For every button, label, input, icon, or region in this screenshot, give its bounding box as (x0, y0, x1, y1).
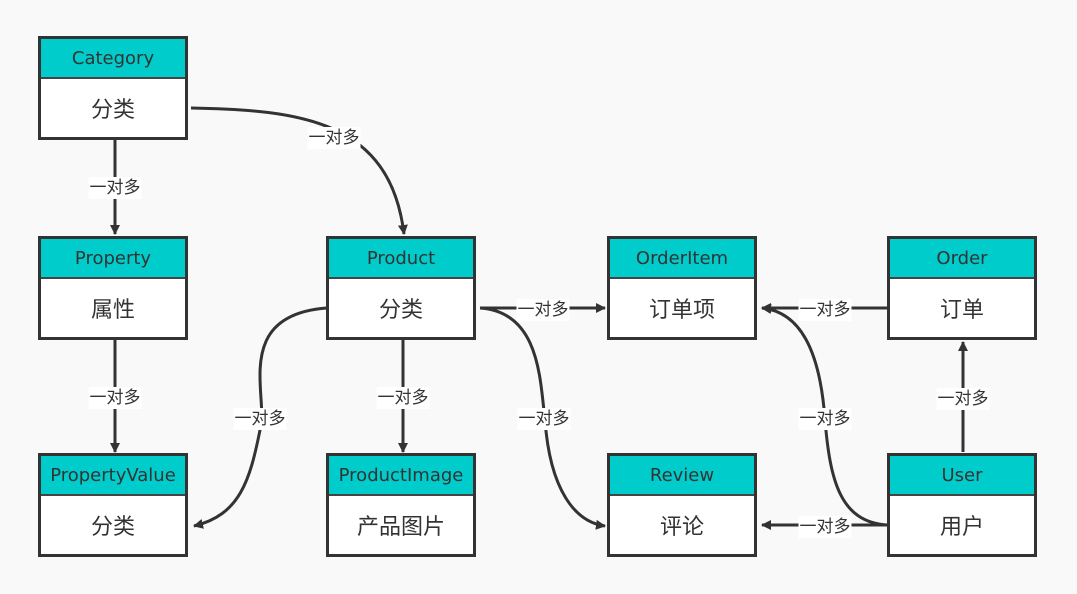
edge-label-user-order: 一对多 (936, 388, 990, 410)
entity-desc: 评论 (659, 515, 704, 540)
edge-label-order-orderitem: 一对多 (798, 299, 852, 321)
entity-name: ProductImage (329, 456, 473, 496)
entity-name: PropertyValue (41, 456, 185, 496)
entity-name: Category (41, 39, 185, 79)
entity-desc: 产品图片 (356, 515, 445, 540)
edge-label-user-orderitem: 一对多 (798, 408, 852, 430)
entity-user[interactable]: User 用户 (887, 453, 1037, 557)
entity-propertyvalue[interactable]: PropertyValue 分类 (38, 453, 188, 557)
entity-desc: 属性 (90, 298, 135, 323)
entity-name: User (890, 456, 1034, 496)
entity-review[interactable]: Review 评论 (607, 453, 757, 557)
entity-order[interactable]: Order 订单 (887, 236, 1037, 340)
edge-label-property-propertyvalue: 一对多 (88, 387, 142, 409)
entity-name: Product (329, 239, 473, 279)
edge-category-product (190, 106, 408, 235)
entity-name: Property (41, 239, 185, 279)
entity-desc: 用户 (939, 515, 984, 540)
entity-name: OrderItem (610, 239, 754, 279)
edge-label-product-productimage: 一对多 (376, 387, 430, 409)
edge-label-product-orderitem: 一对多 (516, 299, 570, 321)
entity-desc: 订单 (939, 298, 984, 323)
entity-desc: 分类 (90, 515, 135, 540)
edge-label-product-propertyvalue: 一对多 (233, 408, 287, 430)
entity-desc: 分类 (90, 98, 135, 123)
edge-label-user-review: 一对多 (798, 516, 852, 538)
entity-productimage[interactable]: ProductImage 产品图片 (326, 453, 476, 557)
edge-label-category-product: 一对多 (307, 127, 361, 149)
entity-desc: 订单项 (648, 298, 715, 323)
entity-property[interactable]: Property 属性 (38, 236, 188, 340)
entity-name: Review (610, 456, 754, 496)
entity-category[interactable]: Category 分类 (38, 36, 188, 140)
entity-product[interactable]: Product 分类 (326, 236, 476, 340)
entity-name: Order (890, 239, 1034, 279)
entity-orderitem[interactable]: OrderItem 订单项 (607, 236, 757, 340)
edge-label-category-property: 一对多 (88, 177, 142, 199)
edge-label-product-review: 一对多 (517, 408, 571, 430)
entity-desc: 分类 (378, 298, 423, 323)
